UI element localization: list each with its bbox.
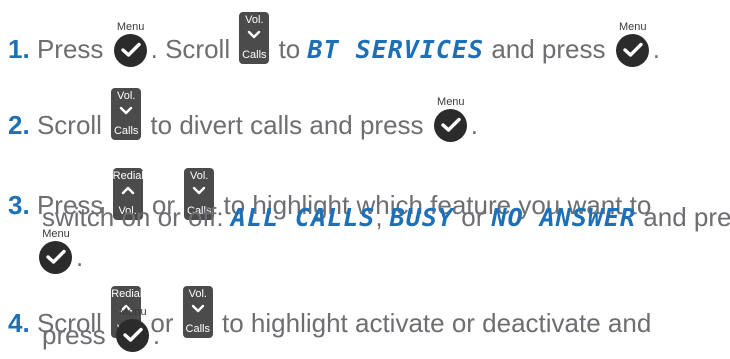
step-text: . [76,242,84,272]
step-text: . [470,110,479,140]
lcd-text: BUSY [389,203,454,232]
step-text: and press [643,202,730,232]
step-text: Scroll [36,110,102,140]
vol-calls-key-icon: Vol. Calls [111,88,142,140]
step-number: 2. [8,110,30,140]
step-3-continued: switch on or off: ALL CALLS, BUSY or NO … [42,200,730,235]
step-2: 2. Scroll Vol. Calls to divert calls and … [8,88,478,142]
step-number: 3. [8,190,30,220]
menu-key-icon: Menu [115,307,151,352]
step-text: , [375,202,383,232]
step-text: and press [491,34,606,64]
step-text: . Scroll [150,34,231,64]
step-1: 1. Press Menu. Scroll Vol. Calls to BT SE… [8,12,660,67]
menu-key-icon: Menu [615,22,651,67]
menu-key-icon: Menu [433,97,469,142]
step-3-menu: Menu. [36,229,84,274]
menu-key-icon: Menu [113,22,149,67]
menu-key-icon: Menu [38,229,74,274]
step-text: Press [36,34,104,64]
step-text: press [42,320,106,350]
step-text: to divert calls and press [150,110,424,140]
step-text: or [461,202,485,232]
lcd-text: NO ANSWER [491,203,637,232]
step-text: . [152,320,161,350]
step-text: . [652,34,660,64]
step-number: 1. [8,34,30,64]
lcd-text: BT SERVICES [307,35,485,64]
lcd-text: ALL CALLS [230,203,376,232]
vol-calls-key-icon: Vol. Calls [182,286,213,338]
step-text: to highlight activate or deactivate and [222,308,652,338]
vol-calls-key-icon: Vol. Calls [239,12,270,64]
step-text: to [278,34,301,64]
step-number: 4. [8,308,30,338]
step-4-continued: press Menu. [42,307,161,352]
